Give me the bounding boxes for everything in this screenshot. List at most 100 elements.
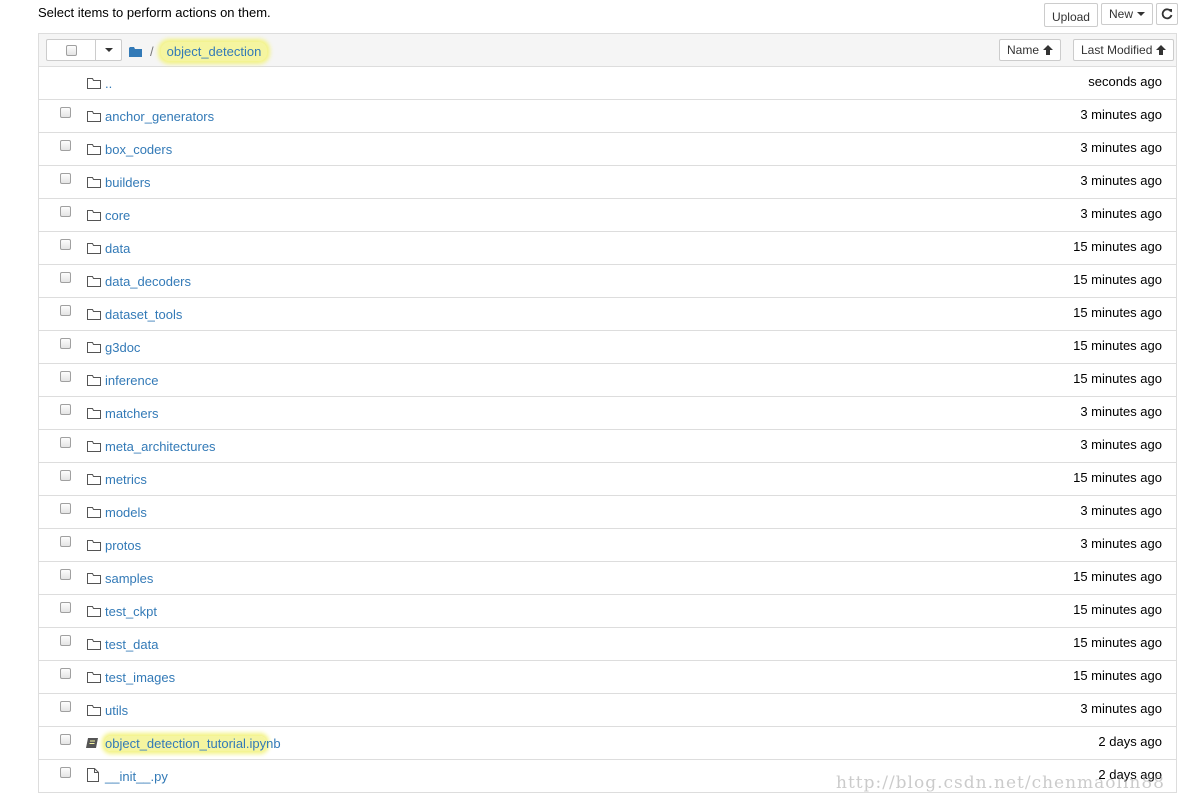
- item-name-link[interactable]: inference: [105, 373, 158, 388]
- sort-by-modified-button[interactable]: Last Modified: [1073, 39, 1175, 61]
- item-checkbox[interactable]: [60, 173, 71, 184]
- item-name-link[interactable]: data_decoders: [105, 274, 191, 289]
- select-dropdown-toggle[interactable]: [96, 40, 121, 60]
- item-checkbox[interactable]: [60, 767, 71, 778]
- list-item[interactable]: anchor_generators 3 minutes ago: [39, 100, 1176, 133]
- item-modified-time: seconds ago: [1088, 74, 1162, 89]
- sort-by-name-button[interactable]: Name: [999, 39, 1062, 61]
- upload-button[interactable]: Upload: [1043, 3, 1098, 27]
- list-item[interactable]: utils 3 minutes ago: [39, 694, 1176, 727]
- list-item[interactable]: test_ckpt 15 minutes ago: [39, 595, 1176, 628]
- item-name-link[interactable]: g3doc: [105, 340, 140, 355]
- list-item[interactable]: test_images 15 minutes ago: [39, 661, 1176, 694]
- item-checkbox[interactable]: [60, 668, 71, 679]
- sort-name-label: Name: [1007, 43, 1040, 57]
- item-name-link[interactable]: dataset_tools: [105, 307, 182, 322]
- item-checkbox[interactable]: [60, 734, 71, 745]
- list-item[interactable]: box_coders 3 minutes ago: [39, 133, 1176, 166]
- item-name-link[interactable]: data: [105, 241, 130, 256]
- file-icon: [87, 768, 101, 782]
- item-name-link[interactable]: __init__.py: [105, 769, 168, 784]
- folder-icon: [87, 704, 101, 716]
- item-name-link[interactable]: test_data: [105, 637, 159, 652]
- item-name-link[interactable]: anchor_generators: [105, 109, 214, 124]
- folder-icon[interactable]: [129, 46, 143, 58]
- item-name-link[interactable]: matchers: [105, 406, 158, 421]
- folder-icon: [87, 209, 101, 221]
- new-button-label: New: [1108, 7, 1133, 21]
- item-modified-time: 3 minutes ago: [1080, 536, 1162, 551]
- select-all-dropdown[interactable]: [46, 39, 122, 61]
- highlight-mark: object_detection_tutorial.ipy: [105, 736, 267, 751]
- item-checkbox[interactable]: [60, 635, 71, 646]
- item-checkbox[interactable]: [60, 404, 71, 415]
- list-item[interactable]: inference 15 minutes ago: [39, 364, 1176, 397]
- item-modified-time: 3 minutes ago: [1080, 437, 1162, 452]
- item-checkbox[interactable]: [60, 371, 71, 382]
- select-all-checkbox[interactable]: [65, 44, 77, 56]
- breadcrumb-separator: /: [150, 44, 154, 59]
- item-checkbox[interactable]: [60, 602, 71, 613]
- list-item[interactable]: object_detection_tutorial.ipynb 2 days ag…: [39, 727, 1176, 760]
- item-checkbox[interactable]: [60, 437, 71, 448]
- list-item[interactable]: samples 15 minutes ago: [39, 562, 1176, 595]
- item-checkbox[interactable]: [60, 239, 71, 250]
- item-modified-time: 15 minutes ago: [1073, 602, 1162, 617]
- item-name-link[interactable]: protos: [105, 538, 141, 553]
- item-checkbox[interactable]: [60, 272, 71, 283]
- item-checkbox[interactable]: [60, 305, 71, 316]
- item-modified-time: 3 minutes ago: [1080, 404, 1162, 419]
- folder-icon: [87, 638, 101, 650]
- item-name-link[interactable]: builders: [105, 175, 151, 190]
- item-modified-time: 3 minutes ago: [1080, 503, 1162, 518]
- item-name-link[interactable]: box_coders: [105, 142, 172, 157]
- item-modified-time: 15 minutes ago: [1073, 239, 1162, 254]
- item-checkbox[interactable]: [60, 503, 71, 514]
- item-name-link[interactable]: ..: [105, 76, 112, 91]
- list-item[interactable]: builders 3 minutes ago: [39, 166, 1176, 199]
- folder-icon: [87, 275, 101, 287]
- list-item[interactable]: data 15 minutes ago: [39, 232, 1176, 265]
- item-name-link[interactable]: models: [105, 505, 147, 520]
- item-name-link[interactable]: samples: [105, 571, 153, 586]
- item-modified-time: 3 minutes ago: [1080, 173, 1162, 188]
- list-item[interactable]: models 3 minutes ago: [39, 496, 1176, 529]
- item-checkbox[interactable]: [60, 206, 71, 217]
- notebook-icon: [85, 737, 99, 749]
- item-checkbox[interactable]: [60, 338, 71, 349]
- item-name-link[interactable]: meta_architectures: [105, 439, 216, 454]
- item-name-link[interactable]: utils: [105, 703, 128, 718]
- item-name-link[interactable]: object_detection_tutorial.ipynb: [105, 736, 281, 751]
- list-item[interactable]: protos 3 minutes ago: [39, 529, 1176, 562]
- item-name-link[interactable]: test_ckpt: [105, 604, 157, 619]
- arrow-up-icon: [1156, 45, 1167, 55]
- list-item[interactable]: g3doc 15 minutes ago: [39, 331, 1176, 364]
- item-modified-time: 3 minutes ago: [1080, 140, 1162, 155]
- item-checkbox[interactable]: [60, 569, 71, 580]
- folder-icon: [87, 242, 101, 254]
- item-checkbox[interactable]: [60, 701, 71, 712]
- list-item[interactable]: matchers 3 minutes ago: [39, 397, 1176, 430]
- list-item[interactable]: metrics 15 minutes ago: [39, 463, 1176, 496]
- item-checkbox[interactable]: [60, 140, 71, 151]
- list-item[interactable]: meta_architectures 3 minutes ago: [39, 430, 1176, 463]
- item-name-link[interactable]: core: [105, 208, 130, 223]
- folder-icon: [87, 440, 101, 452]
- new-button[interactable]: New: [1100, 3, 1153, 25]
- list-item[interactable]: data_decoders 15 minutes ago: [39, 265, 1176, 298]
- list-item[interactable]: core 3 minutes ago: [39, 199, 1176, 232]
- item-checkbox[interactable]: [60, 470, 71, 481]
- item-name-link[interactable]: test_images: [105, 670, 175, 685]
- item-name-link[interactable]: metrics: [105, 472, 147, 487]
- item-modified-time: 3 minutes ago: [1080, 701, 1162, 716]
- list-item[interactable]: .. seconds ago: [39, 67, 1176, 100]
- list-item[interactable]: dataset_tools 15 minutes ago: [39, 298, 1176, 331]
- refresh-button[interactable]: [1156, 3, 1178, 25]
- item-checkbox[interactable]: [60, 536, 71, 547]
- item-checkbox[interactable]: [60, 107, 71, 118]
- list-item[interactable]: test_data 15 minutes ago: [39, 628, 1176, 661]
- item-modified-time: 15 minutes ago: [1073, 569, 1162, 584]
- breadcrumb: / object_detection: [129, 42, 268, 61]
- item-modified-time: 2 days ago: [1098, 734, 1162, 749]
- breadcrumb-current[interactable]: object_detection: [160, 42, 268, 61]
